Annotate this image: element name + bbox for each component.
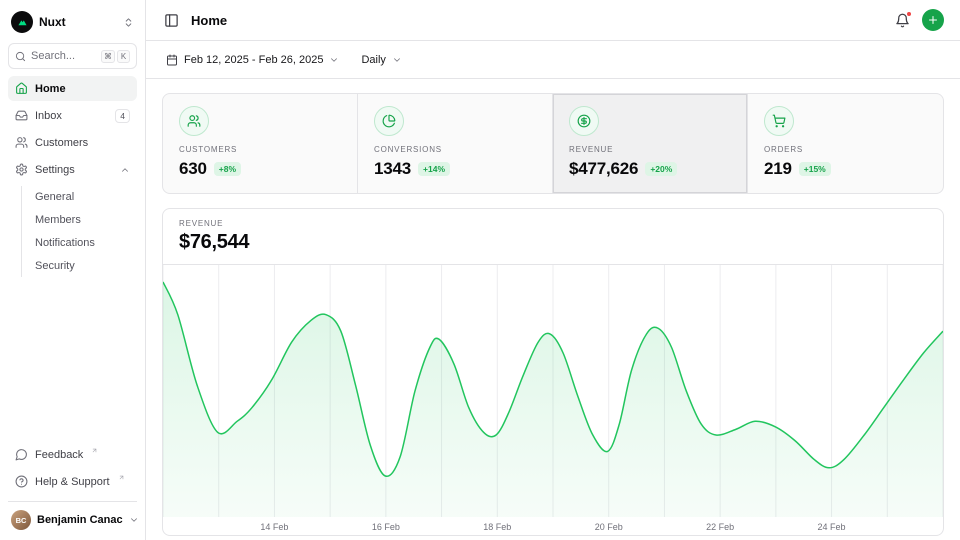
main-panel: Home Feb 12, 2025 - Feb 26, 2025 [146, 0, 960, 540]
sidebar-item-label: Customers [35, 137, 130, 149]
sub-item-label: General [35, 191, 74, 203]
chevron-down-icon [329, 55, 339, 65]
page-header: Home [146, 0, 960, 41]
external-link-icon [118, 474, 125, 481]
stats-row: CUSTOMERS 630 +8% CONVERSIONS 1343 +14% [162, 93, 944, 194]
user-name: Benjamin Canac [37, 514, 123, 526]
sidebar-item-customers[interactable]: Customers [8, 130, 137, 155]
x-axis-label: 22 Feb [706, 522, 734, 532]
sidebar-footer-nav: Feedback Help & Support [8, 442, 137, 494]
sidebar: Nuxt Search... ⌘K Home [0, 0, 146, 540]
revenue-chart-svg: 14 Feb 16 Feb 18 Feb 20 Feb 22 Feb 24 Feb [163, 265, 943, 535]
stat-label: ORDERS [764, 145, 927, 154]
sidebar-item-inbox[interactable]: Inbox 4 [8, 103, 137, 128]
stat-delta-badge: +14% [418, 162, 450, 176]
search-shortcut: ⌘K [101, 50, 130, 63]
stat-value: $477,626 [569, 159, 638, 179]
user-menu-button[interactable]: BC Benjamin Canac [8, 501, 137, 532]
stat-delta-badge: +15% [799, 162, 831, 176]
date-range-label: Feb 12, 2025 - Feb 26, 2025 [184, 54, 323, 66]
calendar-icon [166, 54, 178, 66]
chart-total-value: $76,544 [179, 231, 927, 254]
chart-pie-icon [374, 106, 404, 136]
sidebar-item-members[interactable]: Members [26, 209, 137, 231]
home-icon [15, 82, 28, 95]
search-icon [15, 51, 26, 62]
sidebar-item-label: Feedback [35, 449, 83, 461]
sidebar-item-general[interactable]: General [26, 186, 137, 208]
stat-label: CONVERSIONS [374, 145, 536, 154]
sidebar-item-notifications[interactable]: Notifications [26, 232, 137, 254]
sidebar-item-label: Help & Support [35, 476, 110, 488]
kbd-cmd: ⌘ [101, 50, 115, 63]
circle-dollar-icon [569, 106, 599, 136]
stat-card-customers[interactable]: CUSTOMERS 630 +8% [163, 94, 358, 193]
sidebar-item-help-support[interactable]: Help & Support [8, 469, 137, 494]
sidebar-item-security[interactable]: Security [26, 255, 137, 277]
inbox-count-badge: 4 [115, 109, 130, 123]
sidebar-item-label: Inbox [35, 110, 108, 122]
gear-icon [15, 163, 28, 176]
add-button[interactable] [922, 9, 944, 31]
revenue-area-chart: 14 Feb 16 Feb 18 Feb 20 Feb 22 Feb 24 Feb [163, 265, 943, 535]
period-select[interactable]: Daily [355, 50, 407, 70]
help-circle-icon [15, 475, 28, 488]
stat-label: REVENUE [569, 145, 731, 154]
x-axis-label: 16 Feb [372, 522, 400, 532]
sidebar-item-label: Home [35, 83, 130, 95]
dashboard-content: CUSTOMERS 630 +8% CONVERSIONS 1343 +14% [146, 79, 960, 540]
search-input[interactable]: Search... ⌘K [8, 43, 137, 69]
stat-value: 1343 [374, 159, 411, 179]
sub-item-label: Members [35, 214, 81, 226]
stat-card-conversions[interactable]: CONVERSIONS 1343 +14% [358, 94, 553, 193]
stat-delta-badge: +20% [645, 162, 677, 176]
filters-toolbar: Feb 12, 2025 - Feb 26, 2025 Daily [146, 41, 960, 79]
notification-dot [906, 11, 912, 17]
inbox-icon [15, 109, 28, 122]
users-icon [15, 136, 28, 149]
x-axis-label: 14 Feb [260, 522, 288, 532]
page-title: Home [191, 13, 227, 28]
chevron-down-icon [129, 515, 139, 525]
stat-value: 219 [764, 159, 792, 179]
settings-subnav: General Members Notifications Security [21, 186, 137, 277]
revenue-chart-card: REVENUE $76,544 14 Feb 16 Feb 18 Feb 20 Feb… [162, 208, 944, 536]
sub-item-label: Security [35, 260, 75, 272]
sub-item-label: Notifications [35, 237, 95, 249]
kbd-k: K [117, 50, 130, 63]
stat-card-orders[interactable]: ORDERS 219 +15% [748, 94, 943, 193]
x-axis-label: 18 Feb [483, 522, 511, 532]
sidebar-item-feedback[interactable]: Feedback [8, 442, 137, 467]
stat-delta-badge: +8% [214, 162, 241, 176]
workspace-name: Nuxt [39, 15, 117, 29]
x-axis-label: 20 Feb [595, 522, 623, 532]
search-placeholder: Search... [31, 50, 96, 62]
chat-bubble-icon [15, 448, 28, 461]
chevrons-up-down-icon [123, 17, 134, 28]
stat-card-revenue[interactable]: REVENUE $477,626 +20% [553, 94, 748, 193]
nuxt-logo-icon [11, 11, 33, 33]
sidebar-item-home[interactable]: Home [8, 76, 137, 101]
chart-header: REVENUE $76,544 [163, 209, 943, 265]
users-icon [179, 106, 209, 136]
sidebar-toggle-icon[interactable] [162, 11, 181, 30]
avatar: BC [11, 510, 31, 530]
sidebar-item-settings[interactable]: Settings [8, 157, 137, 182]
app-window: Nuxt Search... ⌘K Home [0, 0, 960, 540]
date-range-picker[interactable]: Feb 12, 2025 - Feb 26, 2025 [160, 50, 345, 70]
external-link-icon [91, 447, 98, 454]
period-label: Daily [361, 54, 385, 66]
stat-value: 630 [179, 159, 207, 179]
stat-label: CUSTOMERS [179, 145, 341, 154]
chart-title: REVENUE [179, 219, 927, 228]
x-axis-label: 24 Feb [818, 522, 846, 532]
notifications-bell-button[interactable] [893, 11, 912, 30]
sidebar-nav: Home Inbox 4 Customers Settings [8, 76, 137, 277]
shopping-cart-icon [764, 106, 794, 136]
sidebar-spacer [8, 277, 137, 442]
chevron-down-icon [392, 55, 402, 65]
chevron-up-icon [120, 165, 130, 175]
sidebar-item-label: Settings [35, 164, 113, 176]
workspace-switcher[interactable]: Nuxt [8, 8, 137, 36]
